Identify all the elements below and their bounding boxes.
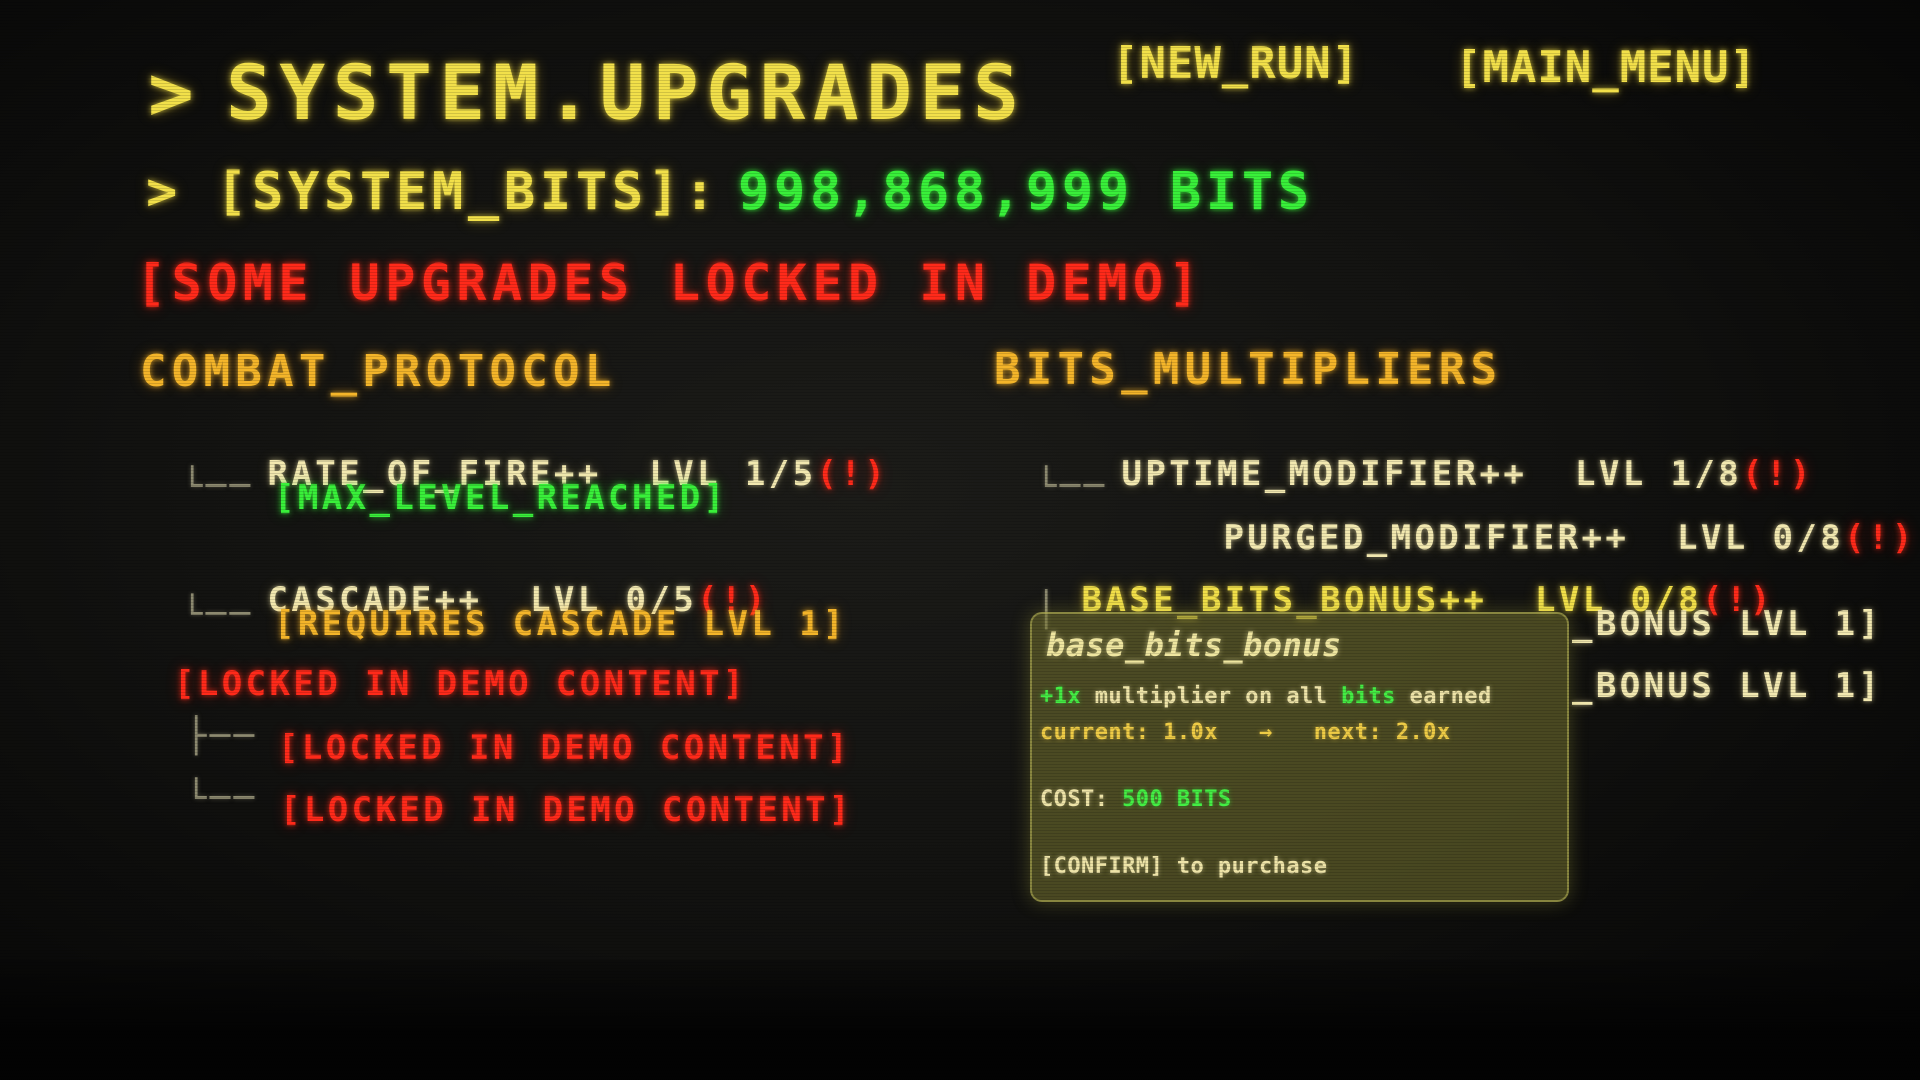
- cascade-requirement: [REQUIRES CASCADE LVL 1]: [274, 604, 847, 644]
- purged-modifier-alert: (!): [1844, 518, 1916, 558]
- system-bits-value: 998,868,999 BITS: [738, 162, 1314, 222]
- tree-connector: └──: [1036, 466, 1108, 506]
- tooltip-desc-bits: bits: [1341, 684, 1396, 709]
- rate-of-fire-alert: (!): [816, 454, 889, 494]
- tooltip-cost-label: COST:: [1040, 787, 1123, 812]
- prompt-chevron: >: [148, 48, 202, 137]
- tree-connector: ├──: [186, 716, 258, 756]
- tooltip-gain: +1x: [1040, 684, 1082, 709]
- bonus-requirement-1: _BONUS LVL 1]: [1572, 604, 1883, 644]
- tooltip-description: +1x multiplier on all bits earned: [1040, 684, 1492, 709]
- bits-prompt-chevron: >: [146, 162, 182, 222]
- demo-warning: [SOME UPGRADES LOCKED IN DEMO]: [136, 254, 1205, 312]
- new-run-button[interactable]: [NEW_RUN]: [1112, 38, 1359, 89]
- locked-demo-item: [LOCKED IN DEMO CONTENT]: [174, 664, 747, 704]
- tree-connector: └──: [182, 594, 254, 634]
- tooltip-title: base_bits_bonus: [1046, 626, 1342, 664]
- tooltip-confirm-hint: [CONFIRM] to purchase: [1040, 854, 1328, 879]
- tooltip-desc-b: earned: [1395, 684, 1492, 709]
- tooltip-current-next: current: 1.0x → next: 2.0x: [1040, 720, 1451, 745]
- main-menu-button[interactable]: [MAIN_MENU]: [1455, 42, 1757, 93]
- bonus-requirement-2: _BONUS LVL 1]: [1572, 666, 1883, 706]
- tooltip-cost: COST: 500 BITS: [1040, 787, 1232, 812]
- page-title: SYSTEM.UPGRADES: [226, 48, 1027, 137]
- crt-screen: > SYSTEM.UPGRADES [NEW_RUN] [MAIN_MENU] …: [0, 0, 1920, 1080]
- upgrade-tooltip: base_bits_bonus +1x multiplier on all bi…: [1030, 612, 1569, 902]
- tooltip-cost-value: 500 BITS: [1122, 787, 1232, 812]
- locked-demo-child-1: [LOCKED IN DEMO CONTENT]: [278, 728, 851, 768]
- crt-bezel: [0, 960, 1920, 1080]
- system-bits-label: [SYSTEM_BITS]:: [216, 162, 720, 222]
- bits-multipliers-heading: BITS_MULTIPLIERS: [994, 344, 1503, 395]
- tooltip-desc-a: multiplier on all: [1081, 684, 1342, 709]
- rate-of-fire-max-level: [MAX_LEVEL_REACHED]: [274, 478, 728, 518]
- combat-protocol-heading: COMBAT_PROTOCOL: [140, 346, 617, 397]
- tree-connector: └──: [182, 466, 254, 506]
- tree-connector: └──: [186, 778, 258, 818]
- locked-demo-child-2: [LOCKED IN DEMO CONTENT]: [280, 790, 853, 830]
